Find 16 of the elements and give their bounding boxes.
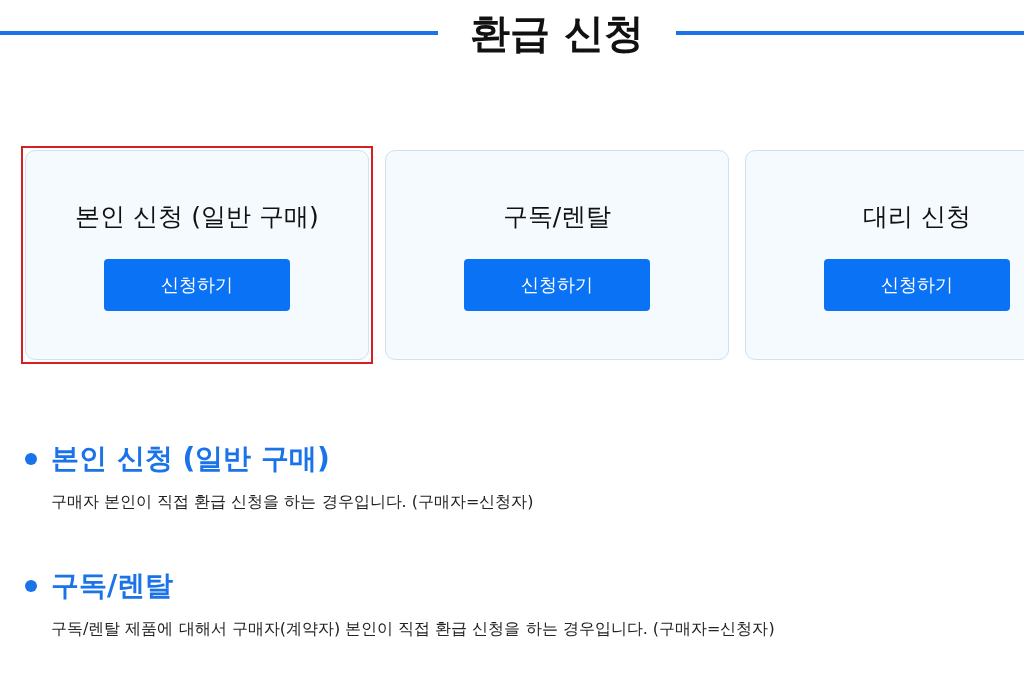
apply-button[interactable]: 신청하기 xyxy=(464,258,650,311)
card-title: 구독/렌탈 xyxy=(502,200,612,233)
section-description: 구매자 본인이 직접 환급 신청을 하는 경우입니다. (구매자=신청자) xyxy=(51,492,535,513)
apply-button[interactable]: 신청하기 xyxy=(104,258,290,311)
option-card[interactable]: 본인 신청 (일반 구매) 신청하기 xyxy=(21,146,373,364)
section-heading: 본인 신청 (일반 구매) xyxy=(51,441,330,477)
card-title: 본인 신청 (일반 구매) xyxy=(75,200,319,233)
option-card[interactable]: 대리 신청 신청하기 xyxy=(741,146,1024,364)
page-title: 환급 신청 xyxy=(470,8,644,58)
card-title: 대리 신청 xyxy=(863,200,971,233)
apply-button[interactable]: 신청하기 xyxy=(824,258,1010,311)
bullet-icon xyxy=(25,453,37,465)
section-description: 구독/렌탈 제품에 대해서 구매자(계약자) 본인이 직접 환급 신청을 하는 경우입니다. (구매자=신청자) xyxy=(51,619,776,640)
section-heading: 구독/렌탈 xyxy=(51,568,174,604)
option-card[interactable]: 구독/렌탈 신청하기 xyxy=(381,146,733,364)
bullet-icon xyxy=(25,580,37,592)
